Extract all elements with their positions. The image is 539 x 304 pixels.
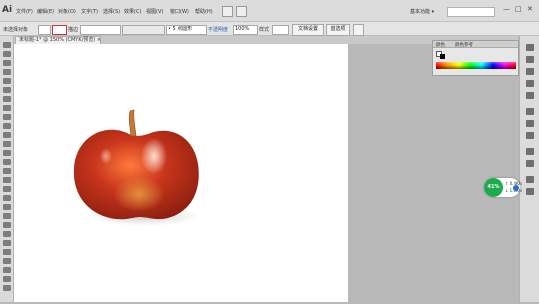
search-input[interactable] (447, 7, 495, 17)
swatches-icon[interactable] (526, 68, 534, 75)
mesh-tool-icon[interactable] (3, 204, 11, 210)
preferences-button[interactable]: 首选项 (326, 24, 350, 36)
color-spectrum-shade (436, 62, 516, 69)
pen-tool-icon[interactable] (3, 78, 11, 84)
arrange-icon[interactable] (353, 24, 364, 36)
opacity-field[interactable]: 100% (233, 25, 258, 35)
direct-selection-tool-icon[interactable] (3, 51, 11, 57)
color-panel-tabs: 颜色 颜色参考 (433, 41, 518, 48)
panel-dock (519, 36, 539, 302)
stroke-color-icon[interactable] (52, 25, 67, 35)
workspace-switcher[interactable]: 基本功能 ▾ (410, 8, 445, 16)
bridge-icon[interactable] (222, 6, 233, 17)
tab-color[interactable]: 颜色 (436, 42, 445, 48)
graphic-styles-icon[interactable] (526, 160, 534, 167)
eraser-tool-icon[interactable] (3, 141, 11, 147)
stroke-weight-field[interactable] (80, 25, 121, 35)
slice-tool-icon[interactable] (3, 267, 11, 273)
color-panel-icon[interactable] (526, 44, 534, 51)
apple-yellow-patch (113, 176, 165, 212)
symbols-icon[interactable] (526, 92, 534, 99)
type-tool-icon[interactable] (3, 87, 11, 93)
apple-illustration[interactable] (14, 44, 348, 302)
cpu-usage-indicator: 41% (484, 178, 503, 197)
menu-help[interactable]: 帮助(H) (195, 8, 213, 15)
blend-tool-icon[interactable] (3, 231, 11, 237)
opacity-label[interactable]: 不透明度 (208, 26, 228, 33)
stroke-icon[interactable] (526, 108, 534, 115)
paintbrush-tool-icon[interactable] (3, 114, 11, 120)
menu-view[interactable]: 视图(V) (146, 8, 163, 15)
apple-highlight (141, 138, 167, 174)
rectangle-tool-icon[interactable] (3, 105, 11, 111)
magic-wand-tool-icon[interactable] (3, 60, 11, 66)
app-logo: Ai (2, 5, 13, 15)
maximize-button[interactable]: □ (515, 5, 522, 13)
stroke-label: 描边 (68, 27, 79, 33)
perspective-grid-tool-icon[interactable] (3, 195, 11, 201)
pencil-tool-icon[interactable] (3, 123, 11, 129)
artboards-icon[interactable] (526, 188, 534, 195)
blob-brush-tool-icon[interactable] (3, 132, 11, 138)
browser-badge-icon (513, 185, 519, 191)
artboard[interactable] (14, 44, 348, 302)
graphic-style-select[interactable] (272, 25, 289, 35)
menu-type[interactable]: 文字(T) (81, 8, 98, 15)
graph-tool-icon[interactable] (3, 249, 11, 255)
close-button[interactable]: ✕ (527, 5, 533, 13)
transparency-icon[interactable] (526, 132, 534, 139)
free-transform-tool-icon[interactable] (3, 177, 11, 183)
tools-panel (0, 36, 14, 302)
menu-object[interactable]: 对象(O) (58, 8, 76, 15)
menu-window[interactable]: 窗口(W) (170, 8, 189, 15)
color-panel: 颜色 颜色参考 (432, 40, 519, 76)
menu-effect[interactable]: 效果(C) (124, 8, 141, 15)
hand-tool-icon[interactable] (3, 276, 11, 282)
menu-edit[interactable]: 编辑(E) (37, 8, 54, 15)
style-label: 样式 (259, 27, 270, 33)
document-tab[interactable]: 未标题-1* @ 150% (CMYK/预览) × (15, 36, 101, 44)
apple-stem[interactable] (128, 109, 137, 137)
menu-bar: Ai 文件(F) 编辑(E) 对象(O) 文字(T) 选择(S) 效果(C) 视… (0, 0, 539, 22)
network-speed-widget[interactable]: 41% ↑ 0.4K/s ↓ 1.0K/s (484, 178, 522, 197)
lasso-tool-icon[interactable] (3, 69, 11, 75)
gradient-tool-icon[interactable] (3, 213, 11, 219)
control-bar: 未选择对象 描边 • 5 点圆形 不透明度 100% 样式 文档设置 首选项 (0, 22, 539, 36)
fill-color-icon[interactable] (38, 25, 51, 35)
selection-status: 未选择对象 (3, 27, 29, 33)
variable-width-profile[interactable] (122, 25, 165, 35)
minimize-button[interactable]: — (503, 5, 510, 13)
selection-tool-icon[interactable] (3, 42, 11, 48)
menu-select[interactable]: 选择(S) (103, 8, 120, 15)
close-tab-icon[interactable]: × (97, 37, 101, 43)
stroke-swatch[interactable] (440, 54, 445, 59)
rotate-tool-icon[interactable] (3, 150, 11, 156)
document-tab-title: 未标题-1* @ 150% (CMYK/预览) (19, 37, 96, 43)
symbol-sprayer-tool-icon[interactable] (3, 240, 11, 246)
menu-file[interactable]: 文件(F) (16, 8, 33, 15)
gradient-icon[interactable] (526, 120, 534, 127)
apple-highlight-small (100, 148, 112, 164)
width-tool-icon[interactable] (3, 168, 11, 174)
shape-builder-tool-icon[interactable] (3, 186, 11, 192)
eyedropper-tool-icon[interactable] (3, 222, 11, 228)
brush-definition-select[interactable]: • 5 点圆形 (166, 25, 207, 35)
color-guide-icon[interactable] (526, 56, 534, 63)
zoom-tool-icon[interactable] (3, 285, 11, 291)
tab-color-guide[interactable]: 颜色参考 (455, 42, 473, 48)
arrange-docs-icon[interactable] (236, 6, 247, 17)
line-tool-icon[interactable] (3, 96, 11, 102)
scale-tool-icon[interactable] (3, 159, 11, 165)
artboard-tool-icon[interactable] (3, 258, 11, 264)
brushes-icon[interactable] (526, 80, 534, 87)
document-setup-button[interactable]: 文档设置 (292, 24, 324, 36)
layers-icon[interactable] (526, 176, 534, 183)
appearance-icon[interactable] (526, 148, 534, 155)
